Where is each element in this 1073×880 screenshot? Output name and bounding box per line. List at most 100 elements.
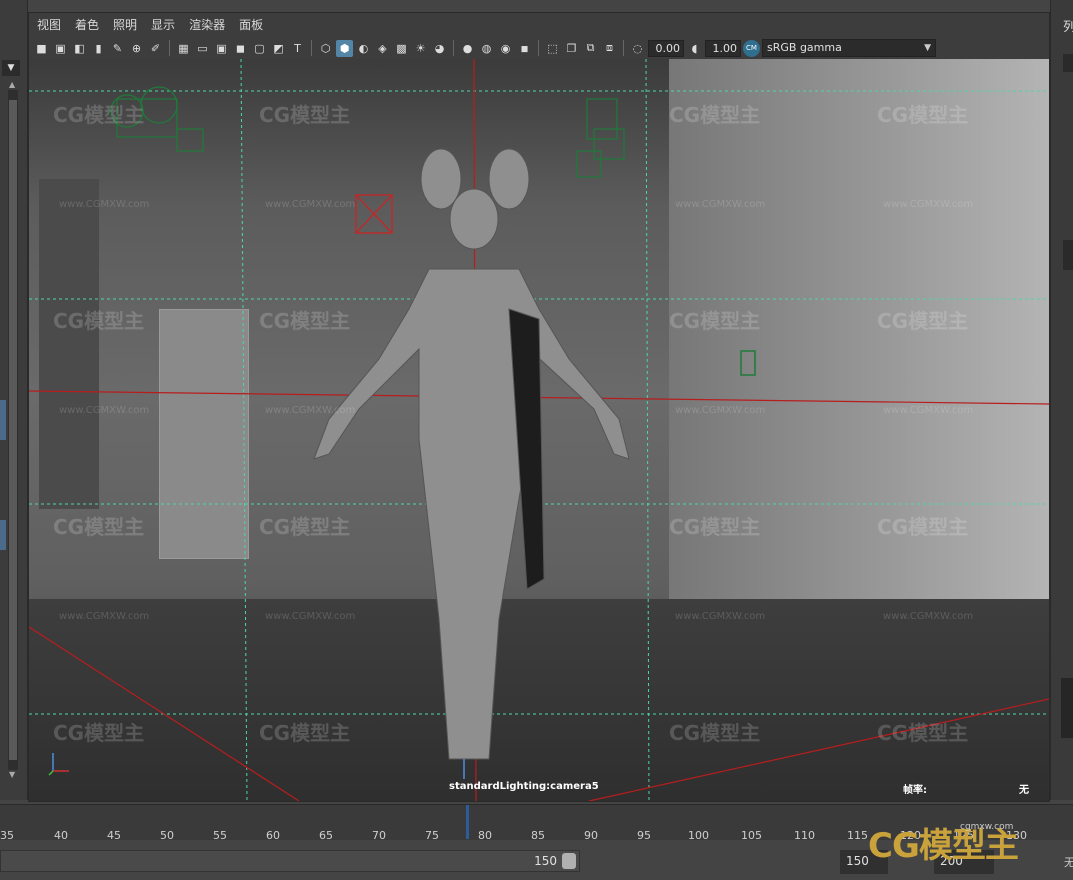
panel-field[interactable] — [1063, 54, 1073, 72]
camera-icon[interactable]: ■ — [33, 40, 50, 57]
scrollbar-thumb[interactable] — [9, 100, 17, 760]
watermark-url: www.CGMXW.com — [59, 611, 150, 622]
watermark-brand: CG模型主 — [259, 103, 351, 127]
watermark-brand: CG模型主 — [259, 515, 351, 539]
xray-joints-icon[interactable]: ⧉ — [582, 40, 599, 57]
scroll-up-icon[interactable]: ▲ — [9, 80, 15, 89]
tick-label: 115 — [847, 829, 868, 842]
tick-label: 75 — [425, 829, 439, 842]
shadows-icon[interactable]: ◕ — [431, 40, 448, 57]
watermark-url: www.CGMXW.com — [59, 199, 150, 210]
bookmark-icon[interactable]: ▮ — [90, 40, 107, 57]
watermark-brand: CG模型主 — [259, 721, 351, 745]
watermark-brand: CG模型主 — [259, 309, 351, 333]
textured-icon[interactable]: ▩ — [393, 40, 410, 57]
panel-highlight — [0, 400, 6, 440]
light-gizmo — [740, 350, 756, 376]
range-end-value: 150 — [534, 854, 557, 868]
xray-icon[interactable]: ❐ — [563, 40, 580, 57]
panel-field[interactable] — [1061, 678, 1073, 738]
grease-pencil-icon[interactable]: ✐ — [147, 40, 164, 57]
watermark-brand: CG模型主 — [877, 103, 969, 127]
watermark-brand: CG模型主 — [53, 721, 145, 745]
watermark-url: www.CGMXW.com — [265, 611, 356, 622]
gate-mask-icon[interactable]: ◼ — [232, 40, 249, 57]
tick-label: 85 — [531, 829, 545, 842]
frame-rate-label: 帧率: — [903, 785, 927, 796]
gamma-field[interactable]: 1.00 — [705, 39, 741, 57]
tick-label: 60 — [266, 829, 280, 842]
menu-shading[interactable]: 着色 — [75, 16, 99, 33]
chevron-down-icon: ▼ — [924, 43, 931, 53]
watermark-brand: CG模型主 — [877, 515, 969, 539]
watermark-brand: CG模型主 — [53, 103, 145, 127]
tick-label: 95 — [637, 829, 651, 842]
resolution-gate-icon[interactable]: ▣ — [213, 40, 230, 57]
ambient-occlusion-icon[interactable]: ● — [459, 40, 476, 57]
menu-lighting[interactable]: 照明 — [113, 16, 137, 33]
tick-label: 100 — [688, 829, 709, 842]
image-plane-icon[interactable]: ✎ — [109, 40, 126, 57]
menu-panels[interactable]: 面板 — [239, 16, 263, 33]
grid-icon[interactable]: ▦ — [175, 40, 192, 57]
left-side-panel: ▼ ▲ ▼ — [0, 0, 28, 800]
gamma-icon[interactable]: ◖ — [686, 40, 703, 57]
range-bar[interactable]: 150 — [0, 850, 580, 872]
menu-renderer[interactable]: 渲染器 — [189, 16, 225, 33]
exposure-field[interactable]: 0.00 — [648, 39, 684, 57]
backface-icon[interactable]: ⧈ — [601, 40, 618, 57]
color-management-icon[interactable]: CM — [743, 39, 760, 57]
film-gate-icon[interactable]: ▭ — [194, 40, 211, 57]
current-frame-marker[interactable] — [466, 805, 469, 839]
watermark-brand: CG模型主 — [877, 721, 969, 745]
right-panel-label: 列 — [1063, 20, 1073, 35]
safe-title-icon[interactable]: T — [289, 40, 306, 57]
tick-label: 90 — [584, 829, 598, 842]
watermark-brand: CG模型主 — [669, 721, 761, 745]
tick-label: 35 — [0, 829, 14, 842]
character-model — [313, 148, 630, 760]
antialiasing-icon[interactable]: ◉ — [497, 40, 514, 57]
watermark-url: www.CGMXW.com — [675, 405, 766, 416]
watermark-brand: CG模型主 — [53, 515, 145, 539]
wireframe-icon[interactable]: ⬡ — [317, 40, 334, 57]
scene-viewport[interactable]: CG模型主 CG模型主 CG模型主 CG模型主 www.CGMXW.com ww… — [29, 59, 1049, 801]
isolate-select-icon[interactable]: ⬚ — [544, 40, 561, 57]
default-material-icon[interactable]: ◐ — [355, 40, 372, 57]
scroll-down-icon[interactable]: ▼ — [9, 770, 15, 779]
safe-action-icon[interactable]: ◩ — [270, 40, 287, 57]
color-space-select[interactable]: sRGB gamma ▼ — [762, 39, 936, 57]
watermark-url: www.CGMXW.com — [883, 199, 974, 210]
bookmark-camera-icon[interactable]: ◧ — [71, 40, 88, 57]
right-side-panel: 列 — [1050, 0, 1073, 800]
axis-gizmo — [48, 753, 465, 779]
watermark-brand: CG模型主 — [669, 515, 761, 539]
toolbar-separator — [169, 40, 170, 56]
menu-view[interactable]: 视图 — [37, 16, 61, 33]
panel-toolbar: ■ ▣ ◧ ▮ ✎ ⊕ ✐ ▦ ▭ ▣ ◼ ▢ ◩ T ⬡ ⬢ ◐ ◈ ▩ ☀ … — [29, 37, 1049, 59]
brand-logo-url: cgmxw.com — [960, 822, 1014, 832]
lights-icon[interactable]: ☀ — [412, 40, 429, 57]
watermark-brand: CG模型主 — [877, 309, 969, 333]
camera-attributes-icon[interactable]: ▣ — [52, 40, 69, 57]
exposure-icon[interactable]: ◌ — [629, 40, 646, 57]
vertical-scrollbar[interactable] — [8, 90, 18, 770]
pan-zoom-icon[interactable]: ⊕ — [128, 40, 145, 57]
toolbar-separator — [538, 40, 539, 56]
smooth-shade-icon[interactable]: ⬢ — [336, 39, 353, 57]
menu-show[interactable]: 显示 — [151, 16, 175, 33]
tick-label: 50 — [160, 829, 174, 842]
watermark-url: www.CGMXW.com — [59, 405, 150, 416]
depth-of-field-icon[interactable]: ◾ — [516, 40, 533, 57]
wireframe-on-shaded-icon[interactable]: ◈ — [374, 40, 391, 57]
camera-name-label: standardLighting:camera5 — [449, 781, 599, 792]
tick-label: 45 — [107, 829, 121, 842]
motion-blur-icon[interactable]: ◍ — [478, 40, 495, 57]
field-chart-icon[interactable]: ▢ — [251, 40, 268, 57]
panel-field[interactable] — [1063, 240, 1073, 270]
tick-label: 40 — [54, 829, 68, 842]
chevron-down-icon[interactable]: ▼ — [2, 60, 20, 76]
watermark-brand: CG模型主 — [53, 309, 145, 333]
range-handle[interactable] — [562, 853, 576, 869]
toolbar-separator — [623, 40, 624, 56]
